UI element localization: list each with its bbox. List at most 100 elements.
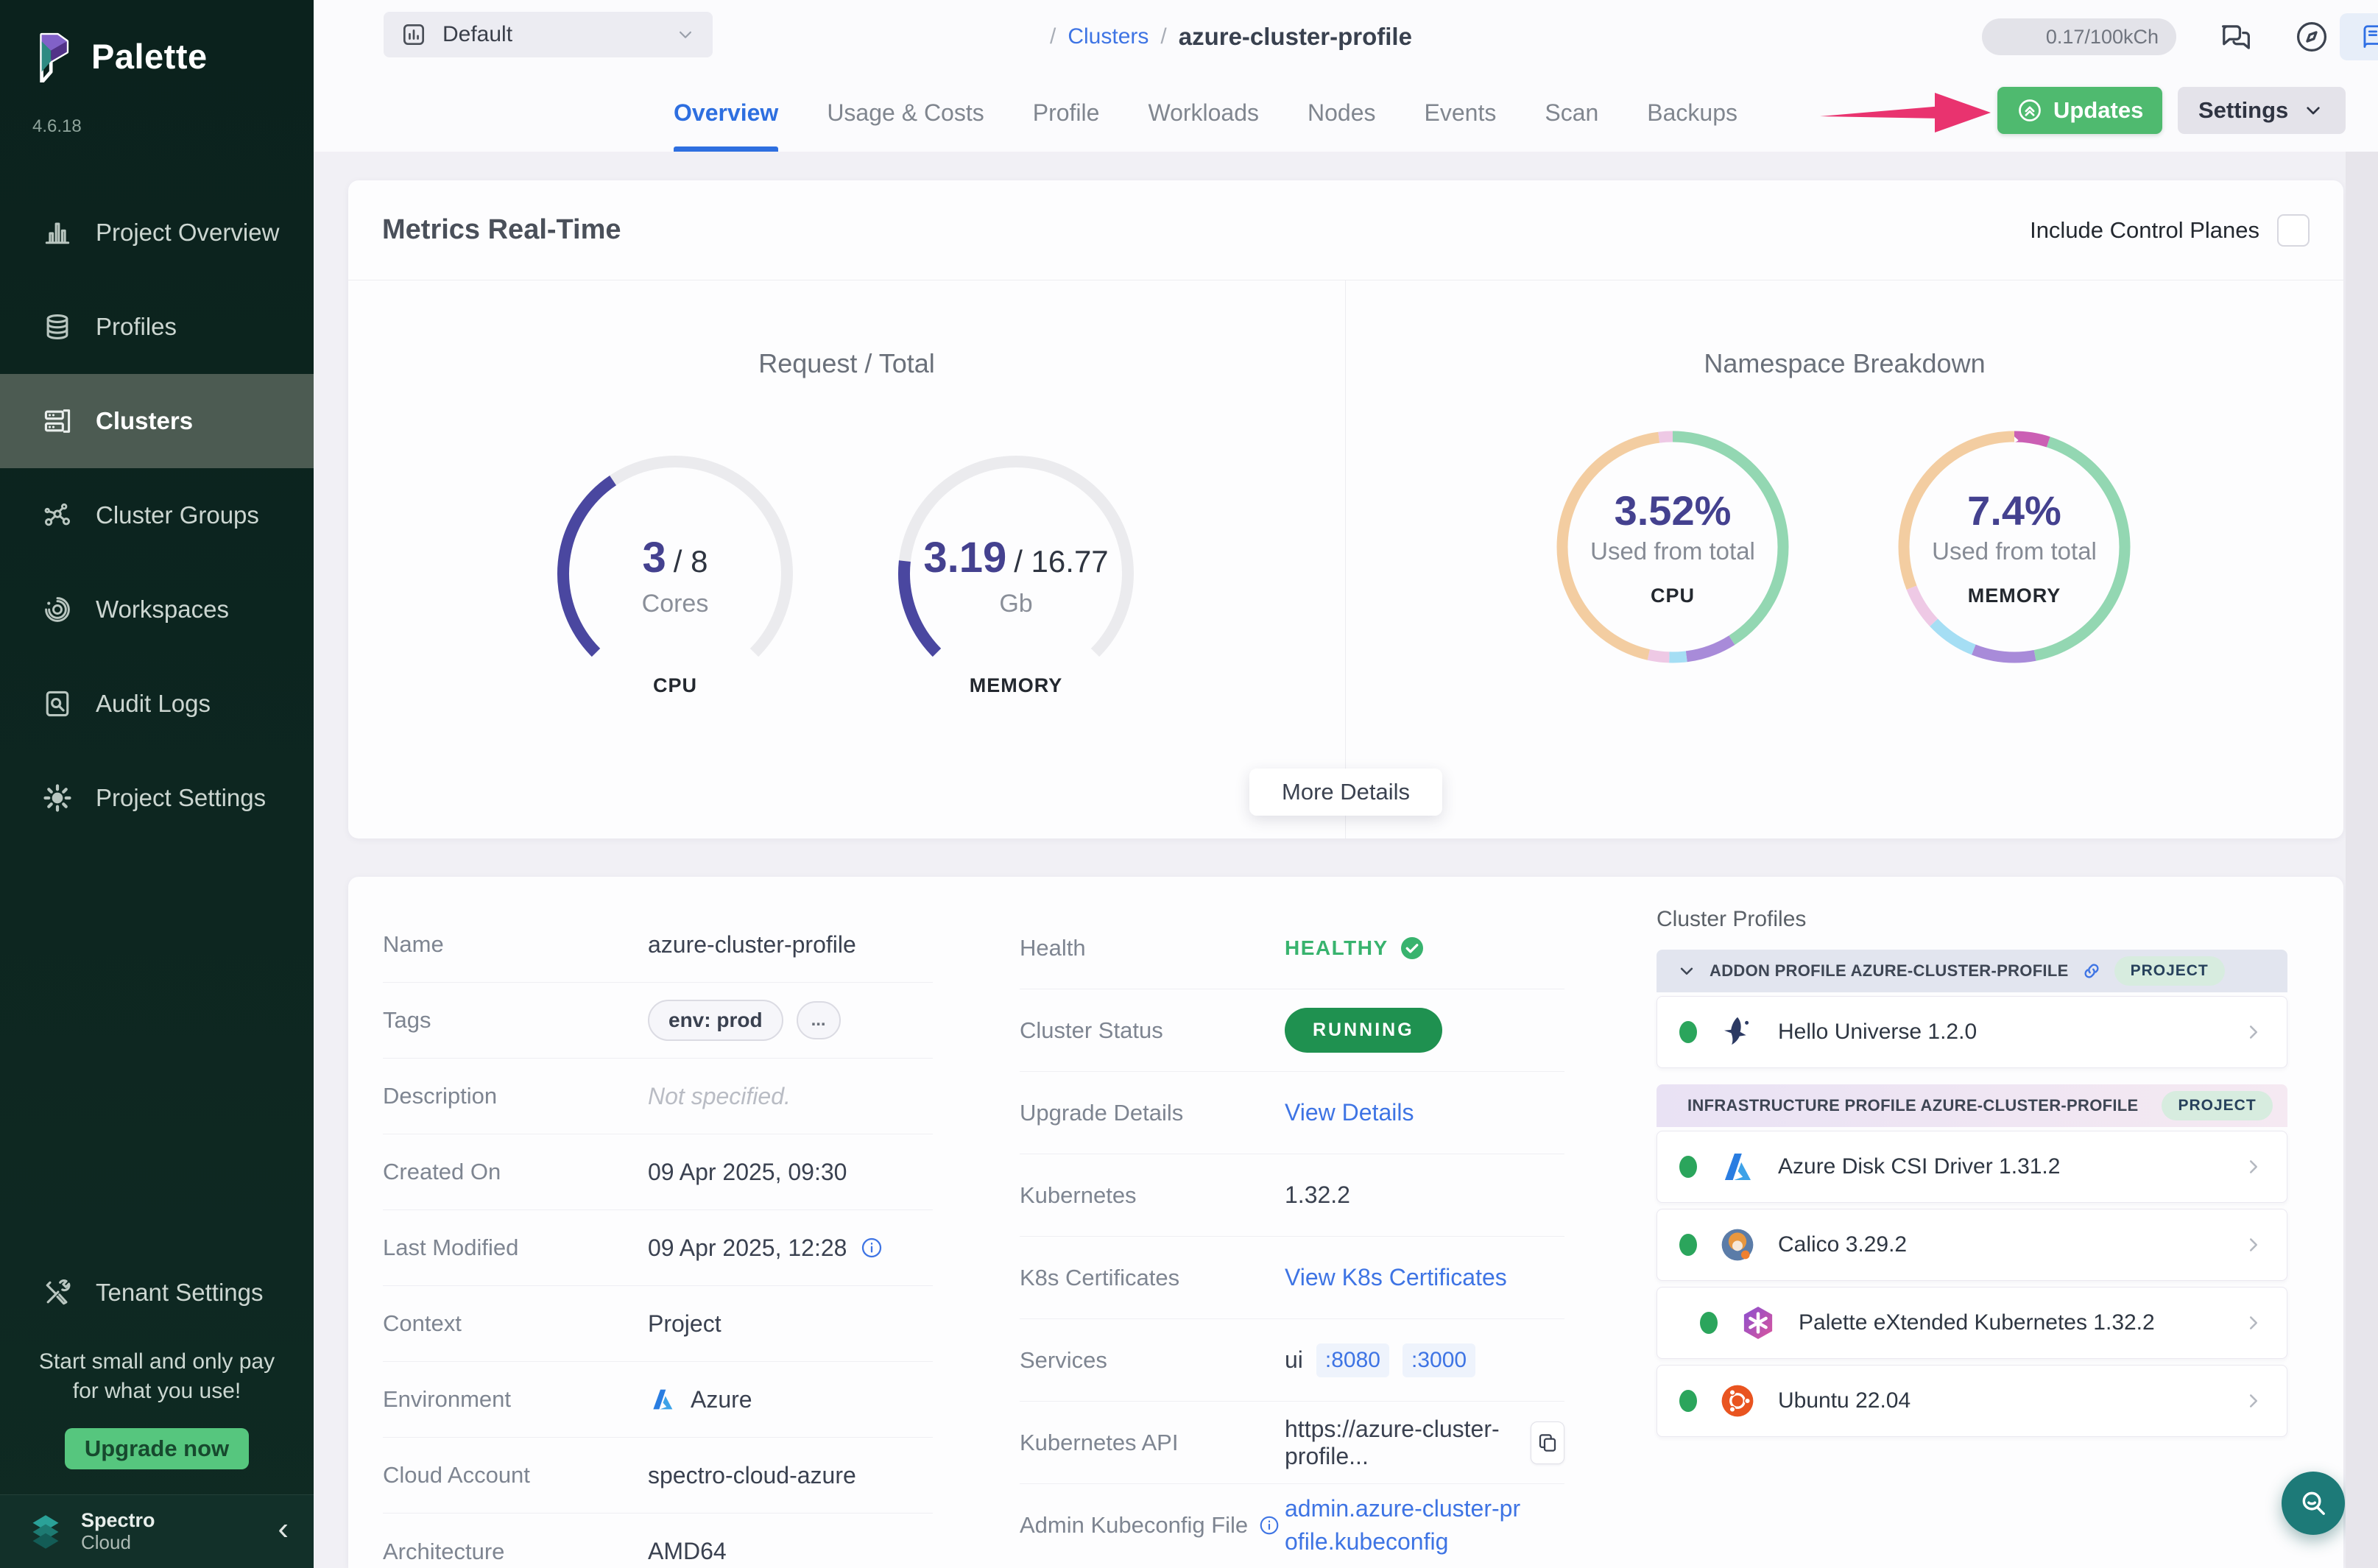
project-selector[interactable]: Default: [384, 12, 713, 57]
profile-pack-hello-universe[interactable]: Hello Universe 1.2.0: [1657, 996, 2287, 1068]
detail-row-environment: Environment Azure: [383, 1362, 933, 1438]
sidebar-item-label: Workspaces: [96, 596, 229, 624]
tab-profile[interactable]: Profile: [1033, 74, 1100, 152]
profile-pack-ubuntu[interactable]: Ubuntu 22.04: [1657, 1365, 2287, 1437]
copy-button[interactable]: [1531, 1422, 1564, 1464]
search-fab-button[interactable]: [2282, 1472, 2345, 1535]
last-modified-value: 09 Apr 2025, 12:28: [648, 1235, 847, 1262]
context-value: Project: [648, 1310, 721, 1338]
cluster-details-card: Name azure-cluster-profile Tags env: pro…: [348, 877, 2343, 1568]
check-circle-icon: [1399, 935, 1425, 961]
settings-button[interactable]: Settings: [2178, 87, 2346, 134]
detail-row-cluster-status: Cluster Status RUNNING: [1020, 989, 1564, 1072]
usage-quota-pill: 0.17/100kCh: [1982, 18, 2176, 55]
chat-icon[interactable]: [2217, 18, 2255, 56]
sidebar-nav: Project Overview Profiles Cluste: [0, 186, 314, 845]
sidebar-item-tenant-settings[interactable]: Tenant Settings: [0, 1246, 314, 1340]
gear-icon: [41, 782, 74, 814]
chevron-right-icon: [2243, 1312, 2265, 1334]
created-on-value: 09 Apr 2025, 09:30: [648, 1159, 847, 1186]
app-logo[interactable]: Palette: [0, 0, 314, 82]
detail-row-kubernetes-api: Kubernetes API https://azure-cluster-pro…: [1020, 1402, 1564, 1484]
cluster-tabs: Overview Usage & Costs Profile Workloads…: [674, 74, 1737, 152]
cpu-gauge-total: / 8: [674, 544, 708, 579]
detail-row-certificates: K8s Certificates View K8s Certificates: [1020, 1237, 1564, 1319]
detail-row-kubeconfig: Admin Kubeconfig File admin.azure-cluste…: [1020, 1484, 1564, 1567]
clusters-icon: [41, 405, 74, 437]
docs-button[interactable]: Docs: [2340, 13, 2378, 60]
tag-more[interactable]: ...: [797, 1001, 841, 1039]
profile-pack-azure-disk-csi[interactable]: Azure Disk CSI Driver 1.31.2: [1657, 1131, 2287, 1203]
memory-donut-value: 7.4%: [1967, 487, 2061, 534]
upgrade-now-button[interactable]: Upgrade now: [65, 1428, 249, 1469]
scrollbar-track[interactable]: [2346, 152, 2378, 1568]
breadcrumb-separator: /: [1160, 24, 1166, 49]
sidebar-item-clusters[interactable]: Clusters: [0, 374, 314, 468]
service-port-3000-link[interactable]: :3000: [1403, 1343, 1475, 1377]
detail-row-services: Services ui :8080 :3000: [1020, 1319, 1564, 1402]
pack-status-dot: [1700, 1312, 1718, 1334]
cluster-name-value: azure-cluster-profile: [648, 931, 856, 958]
addon-profile-name: ADDON PROFILE AZURE-CLUSTER-PROFILE: [1710, 961, 2069, 981]
app-name: Palette: [91, 36, 208, 77]
detail-row-cloud-account: Cloud Account spectro-cloud-azure: [383, 1438, 933, 1514]
cpu-gauge-label: CPU: [550, 674, 800, 697]
chevron-right-icon: [2243, 1021, 2265, 1043]
sidebar-item-label: Project Settings: [96, 784, 266, 812]
azure-icon: [1718, 1147, 1757, 1187]
cpu-gauge-value: 3: [643, 533, 666, 582]
pack-status-dot: [1679, 1021, 1697, 1043]
include-control-planes-checkbox[interactable]: [2277, 214, 2310, 247]
request-total-title: Request / Total: [348, 348, 1345, 379]
view-details-link[interactable]: View Details: [1285, 1099, 1414, 1126]
view-certificates-link[interactable]: View K8s Certificates: [1285, 1264, 1507, 1291]
tab-backups[interactable]: Backups: [1647, 74, 1737, 152]
health-value: HEALTHY: [1285, 936, 1389, 960]
kubernetes-version-value: 1.32.2: [1285, 1182, 1350, 1209]
info-icon[interactable]: [1258, 1514, 1280, 1536]
sidebar-item-project-overview[interactable]: Project Overview: [0, 186, 314, 280]
architecture-value: AMD64: [648, 1538, 727, 1565]
azure-icon: [648, 1385, 677, 1414]
compass-icon[interactable]: [2293, 18, 2331, 56]
sidebar-item-cluster-groups[interactable]: Cluster Groups: [0, 468, 314, 562]
sidebar-item-profiles[interactable]: Profiles: [0, 280, 314, 374]
tag-env-prod[interactable]: env: prod: [648, 1000, 783, 1041]
breadcrumb-current: azure-cluster-profile: [1179, 23, 1412, 51]
info-icon[interactable]: [860, 1236, 883, 1260]
tab-events[interactable]: Events: [1425, 74, 1497, 152]
spectro-cloud-brand: Spectro Cloud: [81, 1510, 263, 1553]
tab-overview[interactable]: Overview: [674, 74, 778, 152]
memory-gauge-total: / 16.77: [1014, 544, 1108, 579]
tab-usage-costs[interactable]: Usage & Costs: [827, 74, 984, 152]
metrics-realtime-card: Metrics Real-Time Include Control Planes…: [348, 180, 2343, 838]
tab-nodes[interactable]: Nodes: [1308, 74, 1376, 152]
breadcrumb-clusters-link[interactable]: Clusters: [1068, 24, 1149, 49]
project-overview-icon: [41, 216, 74, 249]
addon-profile-header[interactable]: ADDON PROFILE AZURE-CLUSTER-PROFILE PROJ…: [1657, 950, 2287, 992]
service-name: ui: [1285, 1346, 1303, 1374]
kubeconfig-file-link[interactable]: admin.azure-cluster-profile.kubeconfig: [1285, 1492, 1528, 1558]
tab-workloads[interactable]: Workloads: [1148, 74, 1259, 152]
sidebar-item-project-settings[interactable]: Project Settings: [0, 751, 314, 845]
ubuntu-icon: [1718, 1381, 1757, 1421]
service-port-8080-link[interactable]: :8080: [1316, 1343, 1389, 1377]
profile-pack-calico[interactable]: Calico 3.29.2: [1657, 1209, 2287, 1281]
pack-status-dot: [1679, 1156, 1697, 1178]
updates-button[interactable]: Updates: [1997, 87, 2162, 134]
more-details-button[interactable]: More Details: [1249, 769, 1442, 816]
chevron-down-icon: [2301, 99, 2325, 122]
profile-pack-pxk[interactable]: Palette eXtended Kubernetes 1.32.2: [1657, 1287, 2287, 1359]
sidebar-collapse-button[interactable]: ‹: [278, 1513, 289, 1551]
tab-scan[interactable]: Scan: [1545, 74, 1598, 152]
chevron-down-icon: [674, 24, 696, 46]
sidebar-item-audit-logs[interactable]: Audit Logs: [0, 657, 314, 751]
memory-gauge-unit: Gb: [999, 590, 1032, 618]
infrastructure-profile-header[interactable]: INFRASTRUCTURE PROFILE AZURE-CLUSTER-PRO…: [1657, 1084, 2287, 1127]
sidebar-item-workspaces[interactable]: Workspaces: [0, 562, 314, 657]
settings-label: Settings: [2198, 97, 2288, 124]
detail-row-tags: Tags env: prod ...: [383, 983, 933, 1059]
updates-label: Updates: [2053, 97, 2143, 124]
cluster-status-badge: RUNNING: [1285, 1008, 1442, 1053]
memory-donut-caption: Used from total: [1932, 537, 2097, 565]
